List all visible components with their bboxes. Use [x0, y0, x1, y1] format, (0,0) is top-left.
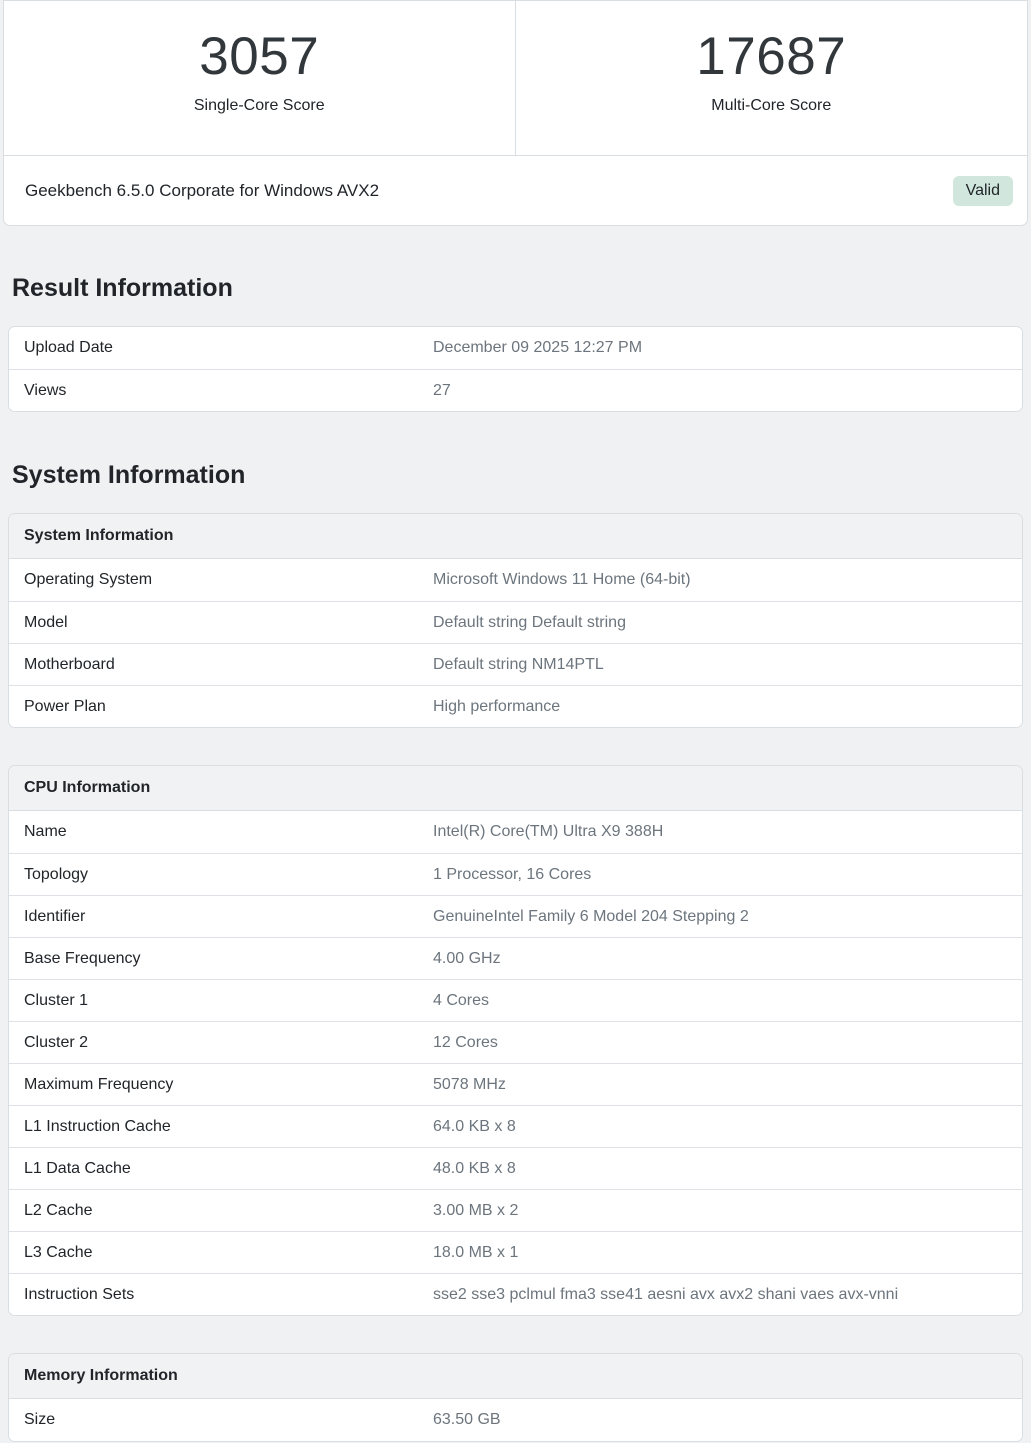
system-information-card: System Information Operating SystemMicro…	[8, 513, 1023, 728]
row-label: L1 Instruction Cache	[9, 1118, 433, 1136]
multi-core-score-cell: 17687 Multi-Core Score	[516, 1, 1028, 155]
row-label: Cluster 2	[9, 1034, 433, 1052]
page-content: Result Information Upload DateDecember 0…	[8, 273, 1023, 1442]
row-value: 63.50 GB	[433, 1411, 1022, 1429]
row-value: 1 Processor, 16 Cores	[433, 866, 1022, 884]
row-label: Topology	[9, 866, 433, 884]
row-value: 5078 MHz	[433, 1076, 1022, 1094]
table-row: Base Frequency4.00 GHz	[9, 937, 1022, 979]
row-value: 12 Cores	[433, 1034, 1022, 1052]
cpu-information-card: CPU Information NameIntel(R) Core(TM) Ul…	[8, 765, 1023, 1316]
multi-core-score-label: Multi-Core Score	[711, 97, 831, 115]
score-summary-card: 3057 Single-Core Score 17687 Multi-Core …	[3, 0, 1028, 226]
row-value: 27	[433, 382, 1022, 400]
row-value: 4 Cores	[433, 992, 1022, 1010]
row-label: Operating System	[9, 571, 433, 589]
benchmark-title: Geekbench 6.5.0 Corporate for Windows AV…	[25, 181, 379, 201]
row-value: 3.00 MB x 2	[433, 1202, 1022, 1220]
row-value: Default string Default string	[433, 614, 1022, 632]
row-value: 18.0 MB x 1	[433, 1244, 1022, 1262]
row-value: Intel(R) Core(TM) Ultra X9 388H	[433, 823, 1022, 841]
row-label: L1 Data Cache	[9, 1160, 433, 1178]
row-label: L3 Cache	[9, 1244, 433, 1262]
row-label: Model	[9, 614, 433, 632]
table-row: NameIntel(R) Core(TM) Ultra X9 388H	[9, 811, 1022, 853]
row-value: sse2 sse3 pclmul fma3 sse41 aesni avx av…	[433, 1286, 1022, 1304]
table-row: MotherboardDefault string NM14PTL	[9, 643, 1022, 685]
multi-core-score-value: 17687	[696, 27, 846, 88]
table-row: Operating SystemMicrosoft Windows 11 Hom…	[9, 559, 1022, 601]
row-label: Maximum Frequency	[9, 1076, 433, 1094]
table-row: Views27	[9, 369, 1022, 411]
row-label: Size	[9, 1411, 433, 1429]
table-row: Upload DateDecember 09 2025 12:27 PM	[9, 327, 1022, 369]
row-value: High performance	[433, 698, 1022, 716]
result-information-heading: Result Information	[8, 273, 1023, 303]
row-value: 4.00 GHz	[433, 950, 1022, 968]
row-value: December 09 2025 12:27 PM	[433, 339, 1022, 357]
valid-badge: Valid	[953, 176, 1013, 206]
benchmark-title-row: Geekbench 6.5.0 Corporate for Windows AV…	[4, 156, 1027, 225]
table-row: Power PlanHigh performance	[9, 685, 1022, 727]
memory-information-table-header: Memory Information	[9, 1354, 1022, 1399]
row-value: 64.0 KB x 8	[433, 1118, 1022, 1136]
row-value: Default string NM14PTL	[433, 656, 1022, 674]
result-information-card: Upload DateDecember 09 2025 12:27 PMView…	[8, 326, 1023, 412]
row-label: Instruction Sets	[9, 1286, 433, 1304]
single-core-score-cell: 3057 Single-Core Score	[4, 1, 516, 155]
row-value: GenuineIntel Family 6 Model 204 Stepping…	[433, 908, 1022, 926]
table-row: L3 Cache18.0 MB x 1	[9, 1231, 1022, 1273]
cpu-information-table-header: CPU Information	[9, 766, 1022, 811]
system-information-table-header: System Information	[9, 514, 1022, 559]
table-row: Instruction Setssse2 sse3 pclmul fma3 ss…	[9, 1273, 1022, 1315]
table-row: Topology1 Processor, 16 Cores	[9, 853, 1022, 895]
row-label: Cluster 1	[9, 992, 433, 1010]
single-core-score-label: Single-Core Score	[194, 97, 325, 115]
row-label: Identifier	[9, 908, 433, 926]
row-label: Views	[9, 382, 433, 400]
table-row: Cluster 212 Cores	[9, 1021, 1022, 1063]
table-row: L1 Instruction Cache64.0 KB x 8	[9, 1105, 1022, 1147]
table-row: Size63.50 GB	[9, 1399, 1022, 1441]
single-core-score-value: 3057	[199, 27, 319, 88]
row-label: Power Plan	[9, 698, 433, 716]
table-row: IdentifierGenuineIntel Family 6 Model 20…	[9, 895, 1022, 937]
row-label: Upload Date	[9, 339, 433, 357]
row-value: Microsoft Windows 11 Home (64-bit)	[433, 571, 1022, 589]
memory-information-card: Memory Information Size63.50 GB	[8, 1353, 1023, 1442]
row-label: Name	[9, 823, 433, 841]
row-value: 48.0 KB x 8	[433, 1160, 1022, 1178]
score-cells: 3057 Single-Core Score 17687 Multi-Core …	[4, 1, 1027, 156]
table-row: L2 Cache3.00 MB x 2	[9, 1189, 1022, 1231]
table-row: Maximum Frequency5078 MHz	[9, 1063, 1022, 1105]
row-label: Motherboard	[9, 656, 433, 674]
row-label: L2 Cache	[9, 1202, 433, 1220]
table-row: ModelDefault string Default string	[9, 601, 1022, 643]
system-information-heading: System Information	[8, 460, 1023, 490]
row-label: Base Frequency	[9, 950, 433, 968]
table-row: L1 Data Cache48.0 KB x 8	[9, 1147, 1022, 1189]
table-row: Cluster 14 Cores	[9, 979, 1022, 1021]
